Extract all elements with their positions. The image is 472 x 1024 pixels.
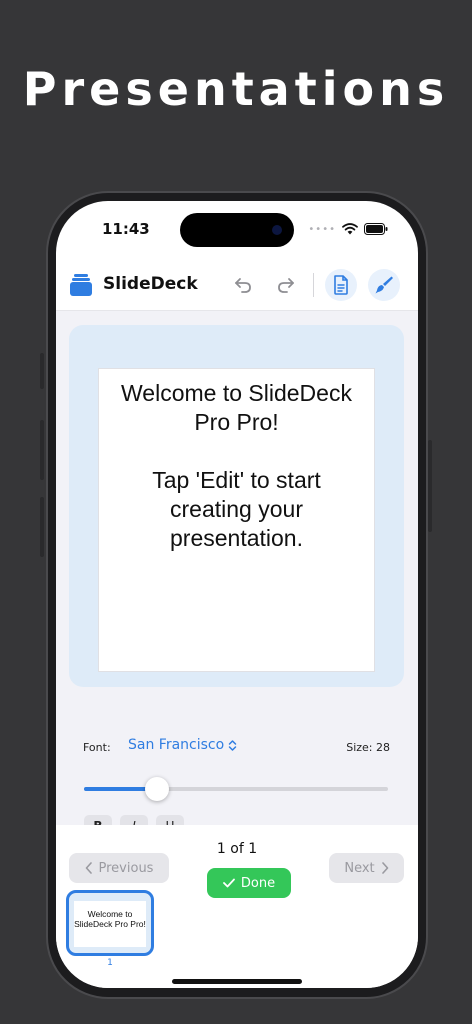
slider-thumb[interactable] (144, 777, 169, 801)
slide-line-2: Pro Pro! (194, 409, 279, 435)
thumbnail-text: Welcome to SlideDeck Pro Pro! (74, 901, 146, 947)
phone-screen: 11:43 •••• SlideDeck Welcome to SlideDec… (56, 201, 418, 988)
status-time: 11:43 (102, 220, 150, 238)
slide-text[interactable]: Welcome to SlideDeck Pro Pro! Tap 'Edit'… (99, 379, 374, 553)
silent-switch (40, 353, 44, 389)
stack-icon (70, 274, 92, 296)
undo-icon (235, 278, 251, 293)
camera-icon (272, 225, 282, 235)
app-title: SlideDeck (103, 274, 198, 294)
slide-line-5: presentation. (170, 525, 303, 551)
checkmark-icon (222, 878, 235, 888)
dynamic-island (180, 213, 294, 247)
slide-line-1: Welcome to SlideDeck (121, 380, 352, 406)
next-button[interactable]: Next (329, 853, 404, 883)
battery-icon (364, 223, 388, 235)
done-button[interactable]: Done (207, 868, 291, 898)
font-size-slider[interactable] (84, 777, 388, 801)
chevron-right-icon (381, 862, 388, 874)
previous-button[interactable]: Previous (69, 853, 169, 883)
slide-blank-line (105, 437, 368, 466)
slide-line-4: creating your (170, 496, 303, 522)
document-button[interactable] (325, 269, 357, 301)
slide-line-3: Tap 'Edit' to start (152, 467, 321, 493)
paintbrush-icon (375, 276, 393, 294)
previous-label: Previous (98, 860, 154, 876)
status-bar-right: •••• (308, 223, 388, 235)
edit-style-button[interactable] (368, 269, 400, 301)
done-label: Done (240, 875, 276, 891)
slide-canvas[interactable]: Welcome to SlideDeck Pro Pro! Tap 'Edit'… (98, 368, 375, 672)
chevron-up-down-icon (228, 739, 237, 751)
slide-navigator: 1 of 1 Previous Next Done Welcome to Sli… (56, 825, 418, 988)
font-picker[interactable]: San Francisco (128, 737, 237, 753)
font-picker-value: San Francisco (128, 737, 225, 753)
volume-up-button (40, 420, 44, 480)
document-icon (334, 275, 348, 295)
slide-canvas-area: Welcome to SlideDeck Pro Pro! Tap 'Edit'… (56, 311, 418, 703)
chevron-left-icon (85, 862, 92, 874)
toolbar-divider (313, 273, 314, 297)
redo-button[interactable] (270, 269, 302, 301)
volume-down-button (40, 497, 44, 557)
format-controls: Font: San Francisco Size: 28 B I U (56, 703, 418, 839)
undo-button[interactable] (227, 269, 259, 301)
font-size-label: Size: 28 (346, 741, 390, 754)
power-button (428, 440, 432, 532)
font-label: Font: (83, 741, 111, 754)
slide-background: Welcome to SlideDeck Pro Pro! Tap 'Edit'… (69, 325, 404, 687)
cellular-icon: •••• (308, 223, 336, 235)
wifi-icon (342, 223, 358, 235)
hero-title: Presentations (22, 62, 450, 116)
slide-thumbnail[interactable]: Welcome to SlideDeck Pro Pro! (66, 890, 154, 956)
home-indicator[interactable] (172, 979, 302, 984)
redo-icon (278, 278, 294, 293)
navigation-bar: SlideDeck (56, 261, 418, 311)
thumbnail-number: 1 (107, 958, 113, 968)
next-label: Next (344, 860, 375, 876)
